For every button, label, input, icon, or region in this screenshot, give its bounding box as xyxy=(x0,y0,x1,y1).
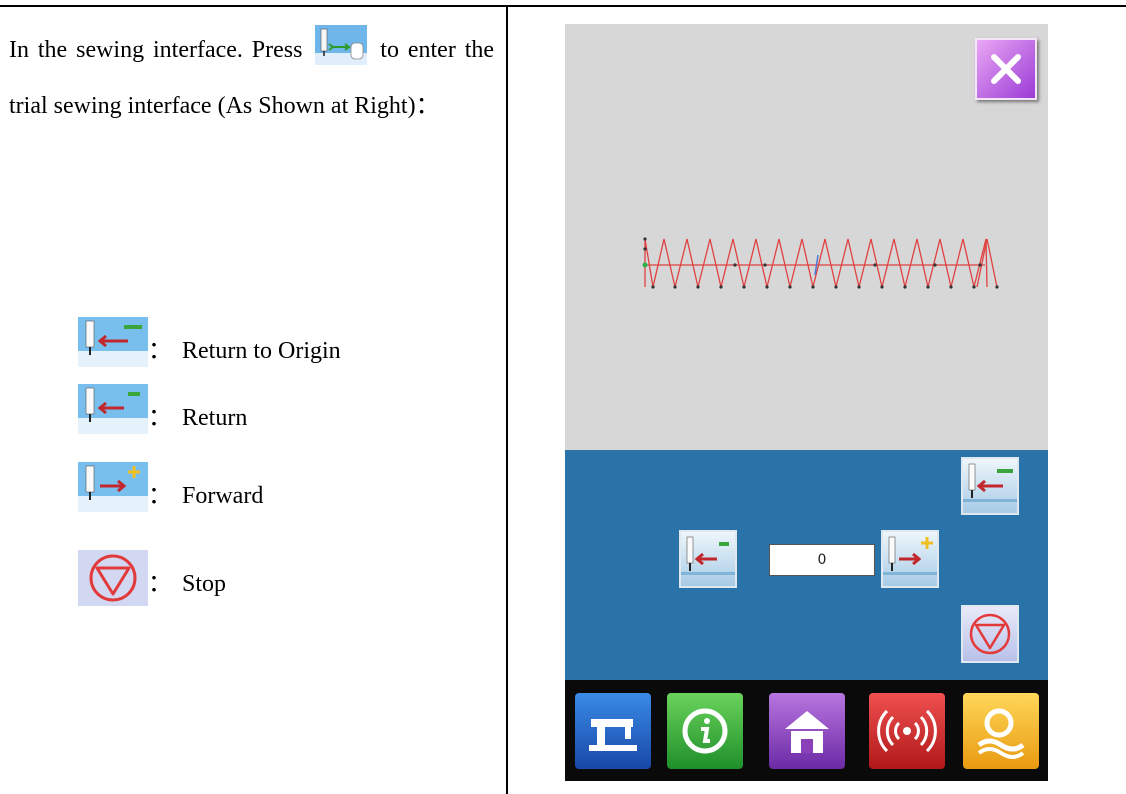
tab-info[interactable] xyxy=(667,693,743,769)
return-button[interactable] xyxy=(679,530,737,588)
stitch-count-field[interactable]: 0 xyxy=(769,544,875,576)
bottom-tab-bar xyxy=(565,680,1048,781)
return-to-origin-button[interactable] xyxy=(961,457,1019,515)
tab-home[interactable] xyxy=(769,693,845,769)
legend-item-return: ： Return xyxy=(78,374,247,434)
trial-sewing-screen: 0 xyxy=(565,24,1048,781)
stitch-pattern xyxy=(642,237,999,289)
signal-icon xyxy=(877,709,937,753)
control-panel: 0 xyxy=(565,450,1048,680)
forward-icon xyxy=(78,462,148,512)
sewing-machine-icon xyxy=(589,719,637,751)
legend-separator: ： xyxy=(148,483,172,509)
legend-item-return-to-origin: ： Return to Origin xyxy=(78,307,341,367)
return-icon xyxy=(78,384,148,434)
intro-text-before: In the sewing interface. Press xyxy=(9,37,303,63)
tab-search[interactable] xyxy=(963,693,1039,769)
pattern-preview-area xyxy=(565,24,1048,450)
legend-label: Forward xyxy=(182,483,264,509)
tab-sewing[interactable] xyxy=(575,693,651,769)
forward-button[interactable] xyxy=(881,530,939,588)
intro-paragraph: In the sewing interface. Press to enter … xyxy=(9,22,494,134)
return-to-origin-icon xyxy=(963,463,1017,502)
legend-label: Stop xyxy=(182,571,227,597)
legend-separator: ： xyxy=(148,571,172,597)
return-icon xyxy=(681,536,735,575)
info-icon xyxy=(682,708,728,754)
forward-icon xyxy=(883,536,937,575)
legend-separator: ： xyxy=(148,405,172,431)
stop-icon xyxy=(78,550,148,606)
search-icon xyxy=(977,708,1025,759)
close-button[interactable] xyxy=(975,38,1037,100)
stop-button[interactable] xyxy=(961,605,1019,663)
table-top-border xyxy=(0,5,1126,7)
table-column-divider xyxy=(506,5,508,794)
tab-signal[interactable] xyxy=(869,693,945,769)
legend-label: Return to Origin xyxy=(182,338,341,364)
legend-item-stop: ： Stop xyxy=(78,540,227,606)
home-icon xyxy=(785,711,829,753)
stop-icon xyxy=(969,613,1011,655)
legend-separator: ： xyxy=(148,338,172,364)
trial-sewing-icon xyxy=(315,25,368,65)
legend-label: Return xyxy=(182,405,248,431)
legend-item-forward: ： Forward xyxy=(78,452,263,512)
return-to-origin-icon xyxy=(78,317,148,367)
close-icon xyxy=(991,54,1021,84)
